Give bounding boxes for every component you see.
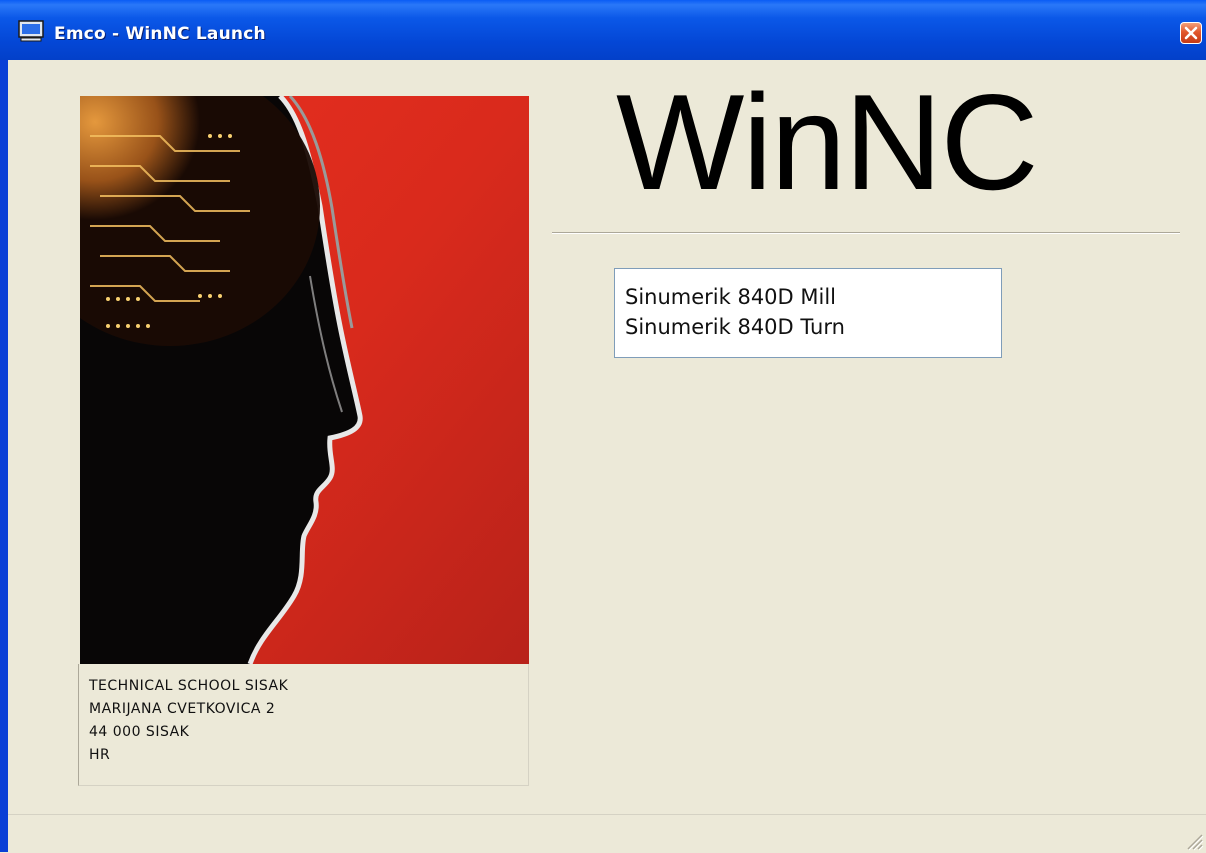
- computer-icon: [18, 20, 44, 42]
- brand-logo-text: WinNC: [616, 66, 1039, 218]
- status-bar: [8, 814, 1206, 853]
- control-listbox[interactable]: Sinumerik 840D Mill Sinumerik 840D Turn: [614, 268, 1002, 358]
- window-title: Emco - WinNC Launch: [54, 24, 266, 44]
- address-line: 44 000 SISAK: [89, 724, 190, 740]
- address-line: TECHNICAL SCHOOL SISAK: [89, 678, 289, 694]
- resize-grip-icon[interactable]: [1182, 829, 1204, 851]
- app-window: Emco - WinNC Launch TECHNICAL SCHOOL SIS…: [0, 0, 1206, 853]
- close-button[interactable]: [1180, 22, 1202, 44]
- separator-line: [552, 232, 1180, 234]
- title-bar[interactable]: Emco - WinNC Launch: [0, 0, 1206, 60]
- close-icon: [1184, 26, 1198, 40]
- client-area: TECHNICAL SCHOOL SISAK MARIJANA CVETKOVI…: [8, 60, 1206, 853]
- splash-image: [80, 96, 529, 664]
- address-line: HR: [89, 747, 111, 763]
- address-line: MARIJANA CVETKOVICA 2: [89, 701, 276, 717]
- license-address: TECHNICAL SCHOOL SISAK MARIJANA CVETKOVI…: [78, 664, 529, 786]
- list-item[interactable]: Sinumerik 840D Mill: [615, 283, 1001, 313]
- list-item[interactable]: Sinumerik 840D Turn: [615, 313, 1001, 343]
